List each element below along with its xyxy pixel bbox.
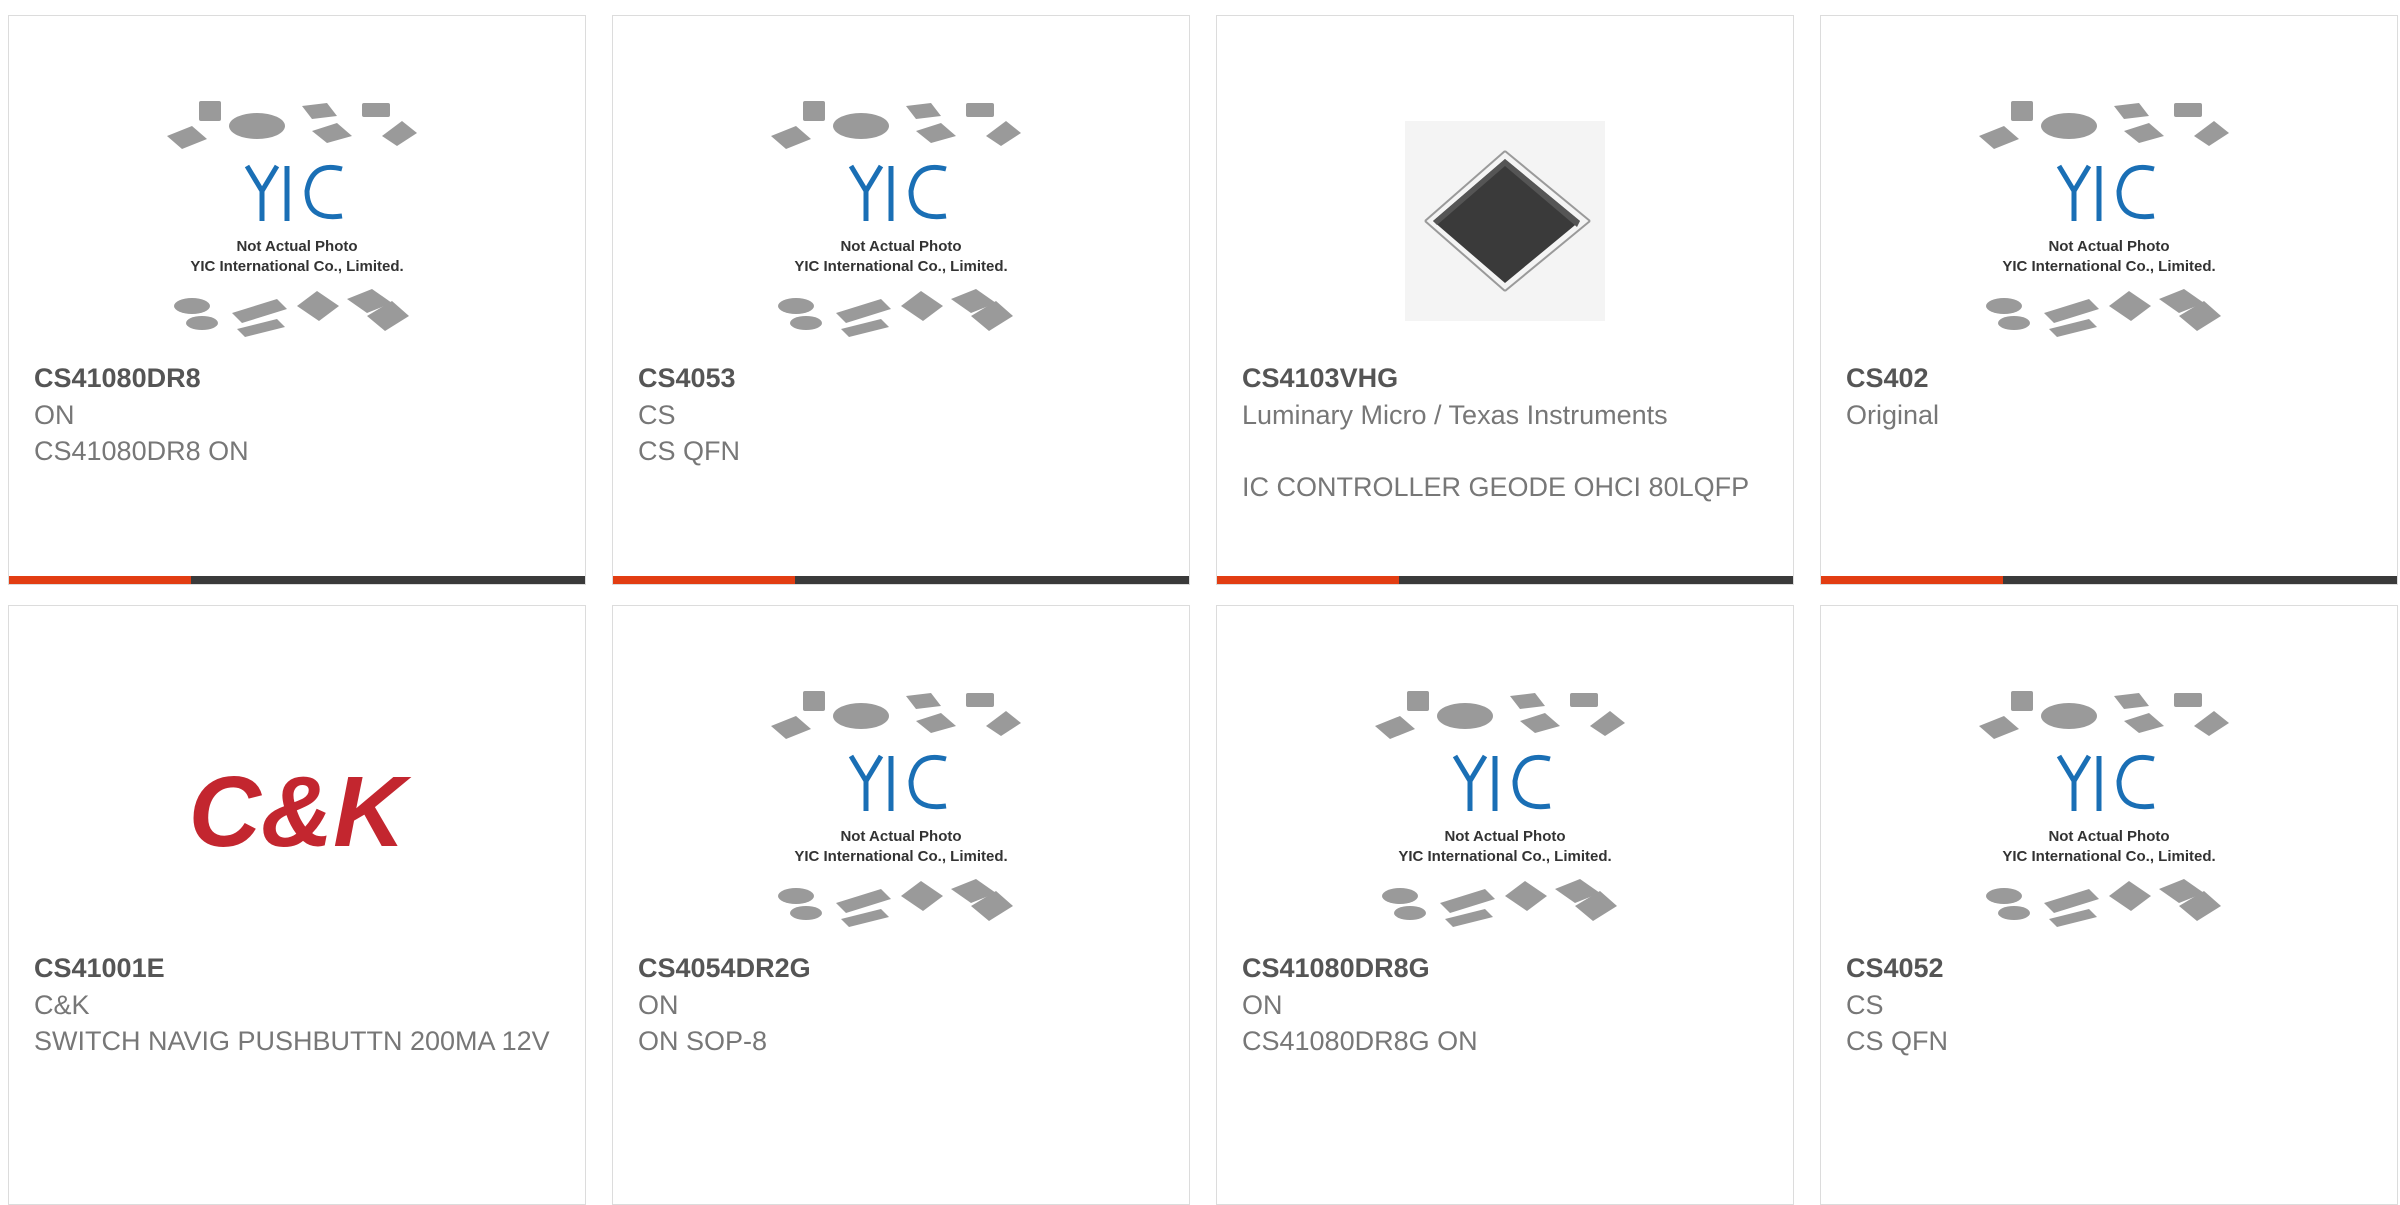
part-number[interactable]: CS402 — [1846, 360, 1929, 396]
part-number[interactable]: CS41001E — [34, 950, 165, 986]
part-number[interactable]: CS41080DR8 — [34, 360, 201, 396]
product-grid: Not Actual Photo YIC International Co., … — [0, 0, 2400, 1205]
manufacturer: CS — [1846, 990, 1884, 1020]
svg-text:YIC International Co., Limited: YIC International Co., Limited. — [190, 258, 403, 275]
product-image[interactable]: Not Actual Photo YIC International Co., … — [1821, 81, 2397, 361]
manufacturer: Luminary Micro / Texas Instruments — [1242, 400, 1668, 430]
svg-text:Not Actual Photo: Not Actual Photo — [840, 238, 961, 255]
card-bar-accent — [9, 576, 191, 584]
description: CS QFN — [638, 436, 741, 466]
product-image[interactable]: C&K — [9, 671, 585, 951]
product-card[interactable]: Not Actual Photo YIC International Co., … — [8, 15, 586, 585]
product-card[interactable]: Not Actual Photo YIC International Co., … — [1820, 605, 2398, 1205]
description: CS QFN — [1846, 1026, 1949, 1056]
placeholder-image-icon: Not Actual Photo YIC International Co., … — [1375, 691, 1625, 927]
svg-text:C&K: C&K — [189, 756, 412, 868]
product-card[interactable]: C&K CS41001E C&K SWITCH NAVIG PUSHBUTTN … — [8, 605, 586, 1205]
card-bar-accent — [1821, 576, 2003, 584]
card-bar — [9, 576, 585, 584]
placeholder-image-icon: Not Actual Photo YIC International Co., … — [167, 101, 417, 337]
product-image[interactable]: Not Actual Photo YIC International Co., … — [613, 81, 1189, 361]
svg-text:YIC International Co., Limited: YIC International Co., Limited. — [794, 848, 1007, 865]
description: CS41080DR8G ON — [1242, 1026, 1478, 1056]
product-card[interactable]: Not Actual Photo YIC International Co., … — [1216, 605, 1794, 1205]
placeholder-image-icon: Not Actual Photo YIC International Co., … — [771, 101, 1021, 337]
ck-logo-icon: C&K — [189, 756, 412, 868]
description: ON SOP-8 — [638, 1026, 768, 1056]
part-number[interactable]: CS41080DR8G — [1242, 950, 1430, 986]
svg-text:Not Actual Photo: Not Actual Photo — [2048, 238, 2169, 255]
card-bar — [613, 576, 1189, 584]
card-bar-accent — [613, 576, 795, 584]
svg-text:Not Actual Photo: Not Actual Photo — [2048, 828, 2169, 845]
product-card[interactable]: CS4103VHG Luminary Micro / Texas Instrum… — [1216, 15, 1794, 585]
chip-qfp-icon — [1405, 121, 1605, 321]
part-number[interactable]: CS4103VHG — [1242, 360, 1398, 396]
product-image[interactable]: Not Actual Photo YIC International Co., … — [1217, 671, 1793, 951]
svg-text:YIC International Co., Limited: YIC International Co., Limited. — [794, 258, 1007, 275]
manufacturer: CS — [638, 400, 676, 430]
product-image[interactable]: Not Actual Photo YIC International Co., … — [9, 81, 585, 361]
manufacturer: Original — [1846, 400, 1940, 430]
svg-text:Not Actual Photo: Not Actual Photo — [840, 828, 961, 845]
card-bar — [1217, 576, 1793, 584]
product-image[interactable] — [1217, 81, 1793, 361]
svg-text:YIC International Co., Limited: YIC International Co., Limited. — [2002, 848, 2215, 865]
placeholder-image-icon: Not Actual Photo YIC International Co., … — [1979, 691, 2229, 927]
svg-text:YIC International Co., Limited: YIC International Co., Limited. — [1398, 848, 1611, 865]
product-image[interactable]: Not Actual Photo YIC International Co., … — [1821, 671, 2397, 951]
product-card[interactable]: Not Actual Photo YIC International Co., … — [1820, 15, 2398, 585]
description: SWITCH NAVIG PUSHBUTTN 200MA 12V — [34, 1026, 550, 1056]
svg-text:Not Actual Photo: Not Actual Photo — [1444, 828, 1565, 845]
manufacturer: ON — [1242, 990, 1283, 1020]
product-card[interactable]: Not Actual Photo YIC International Co., … — [612, 605, 1190, 1205]
product-card[interactable]: Not Actual Photo YIC International Co., … — [612, 15, 1190, 585]
part-number[interactable]: CS4054DR2G — [638, 950, 811, 986]
description: IC CONTROLLER GEODE OHCI 80LQFP — [1242, 472, 1750, 502]
description: CS41080DR8 ON — [34, 436, 249, 466]
manufacturer: ON — [638, 990, 679, 1020]
product-image[interactable]: Not Actual Photo YIC International Co., … — [613, 671, 1189, 951]
svg-text:YIC International Co., Limited: YIC International Co., Limited. — [2002, 258, 2215, 275]
placeholder-image-icon: Not Actual Photo YIC International Co., … — [771, 691, 1021, 927]
manufacturer: C&K — [34, 990, 90, 1020]
part-number[interactable]: CS4052 — [1846, 950, 1944, 986]
svg-text:Not Actual Photo: Not Actual Photo — [236, 238, 357, 255]
part-number[interactable]: CS4053 — [638, 360, 736, 396]
card-bar — [1821, 576, 2397, 584]
manufacturer: ON — [34, 400, 75, 430]
card-bar-accent — [1217, 576, 1399, 584]
placeholder-image-icon: Not Actual Photo YIC International Co., … — [1979, 101, 2229, 337]
